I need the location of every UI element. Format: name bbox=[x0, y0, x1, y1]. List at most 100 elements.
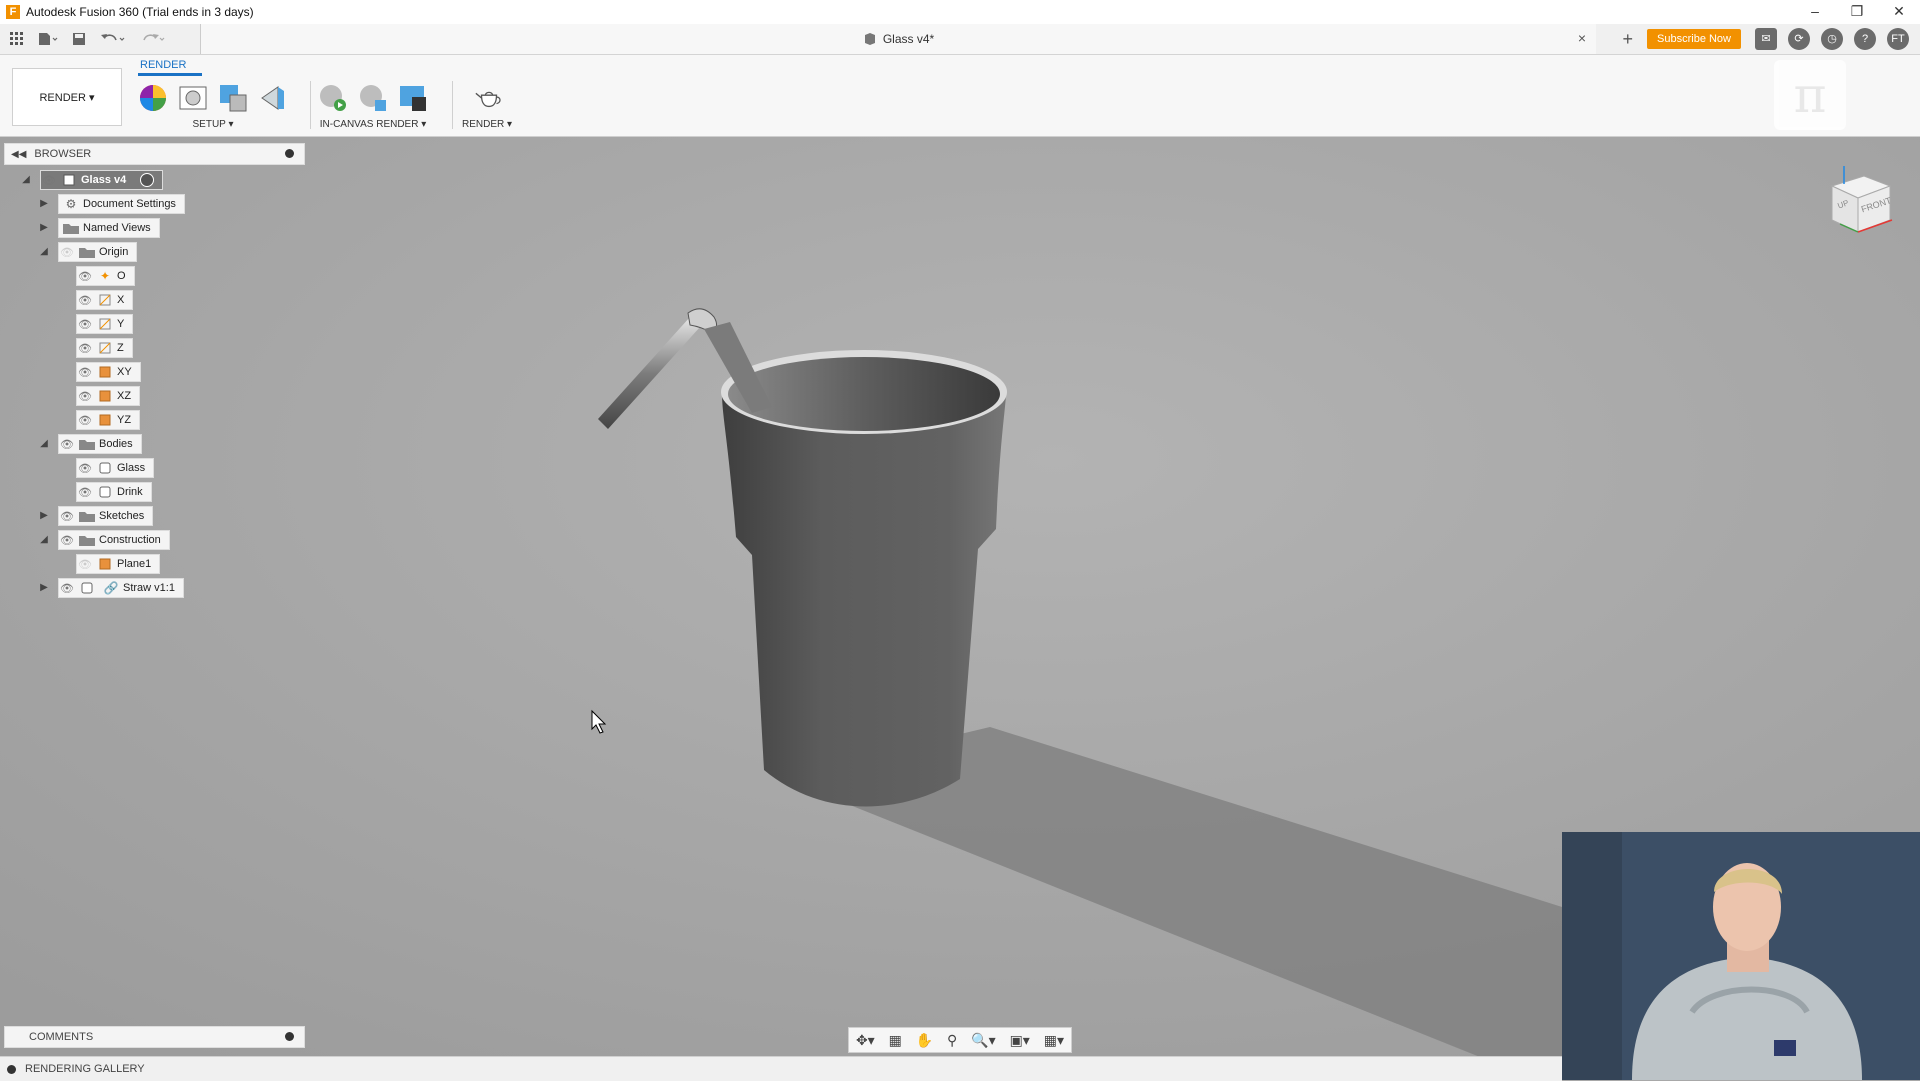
named-views-pill: Named Views bbox=[58, 218, 160, 238]
document-tab-title: Glass v4* bbox=[883, 32, 934, 46]
eye-icon[interactable]: 👁 bbox=[59, 507, 75, 525]
undo-icon[interactable] bbox=[96, 28, 130, 50]
in-canvas-render-icon[interactable] bbox=[318, 83, 348, 113]
comments-panel-header[interactable]: COMMENTS bbox=[4, 1026, 305, 1048]
in-canvas-render-group-label[interactable]: IN-CANVAS RENDER ▾ bbox=[318, 119, 428, 130]
save-icon[interactable] bbox=[68, 28, 90, 50]
tree-item-xz-plane[interactable]: 👁 XZ bbox=[76, 386, 140, 406]
eye-icon[interactable]: 👁 bbox=[41, 171, 57, 189]
tree-item-body-drink[interactable]: 👁 Drink bbox=[76, 482, 152, 502]
in-canvas-render-settings-icon[interactable] bbox=[358, 83, 388, 113]
tree-item-origin-point[interactable]: 👁 ✦ O bbox=[76, 266, 135, 286]
texture-map-icon[interactable] bbox=[218, 83, 248, 113]
document-settings-pill: ⚙ Document Settings bbox=[58, 194, 185, 214]
fit-window-icon[interactable]: 🔍▾ bbox=[971, 1032, 995, 1049]
tree-item-x-axis[interactable]: 👁 X bbox=[76, 290, 133, 310]
tree-item-xy-plane[interactable]: 👁 XY bbox=[76, 362, 141, 382]
collapse-triangle-icon[interactable]: ◢ bbox=[38, 534, 50, 546]
tree-item-y-axis[interactable]: 👁 Y bbox=[76, 314, 133, 334]
orbit-icon[interactable]: ✥▾ bbox=[856, 1032, 875, 1049]
view-cube[interactable]: UP FRONT bbox=[1820, 166, 1896, 242]
expand-triangle-icon[interactable]: ▶ bbox=[38, 582, 50, 594]
tree-item-z-axis[interactable]: 👁 Z bbox=[76, 338, 133, 358]
capture-image-icon[interactable] bbox=[398, 83, 428, 113]
decal-icon[interactable] bbox=[258, 83, 288, 113]
new-tab-icon[interactable]: + bbox=[1623, 29, 1634, 50]
pan-hand-icon[interactable]: ✋ bbox=[916, 1032, 933, 1049]
x-axis-pill: 👁 X bbox=[76, 290, 133, 310]
tree-item-yz-plane[interactable]: 👁 YZ bbox=[76, 410, 140, 430]
collapse-browser-icon[interactable]: ◀◀ bbox=[11, 149, 26, 160]
eye-icon[interactable]: 👁 bbox=[77, 483, 93, 501]
expand-triangle-icon[interactable]: ▶ bbox=[38, 198, 50, 210]
eye-icon[interactable]: 👁 bbox=[59, 579, 75, 597]
tree-item-document-settings[interactable]: ▶ ⚙ Document Settings bbox=[38, 194, 185, 214]
redo-icon[interactable] bbox=[136, 28, 170, 50]
sketches-pill: 👁 Sketches bbox=[58, 506, 153, 526]
help-icon[interactable]: ? bbox=[1854, 28, 1876, 50]
tree-item-label: XY bbox=[117, 366, 132, 378]
gallery-expand-icon[interactable] bbox=[7, 1065, 16, 1074]
notifications-icon[interactable]: ✉ bbox=[1755, 28, 1777, 50]
zoom-icon[interactable]: ⚲ bbox=[947, 1032, 957, 1049]
collapse-triangle-icon[interactable]: ◢ bbox=[38, 246, 50, 258]
grid-settings-icon[interactable]: ▦▾ bbox=[1044, 1032, 1064, 1049]
close-tab-icon[interactable]: × bbox=[1578, 30, 1586, 46]
workspace-switcher[interactable]: RENDER ▾ bbox=[12, 68, 122, 126]
eye-hidden-icon[interactable]: 👁 bbox=[59, 243, 75, 261]
file-icon[interactable] bbox=[34, 28, 62, 50]
tree-item-body-glass[interactable]: 👁 Glass bbox=[76, 458, 154, 478]
tree-item-sketches[interactable]: ▶ 👁 Sketches bbox=[38, 506, 153, 526]
scene-settings-icon[interactable] bbox=[178, 83, 208, 113]
eye-icon[interactable]: 👁 bbox=[77, 387, 93, 405]
job-status-icon[interactable]: ⟳ bbox=[1788, 28, 1810, 50]
tree-item-bodies[interactable]: ◢ 👁 Bodies bbox=[38, 434, 142, 454]
plane-icon bbox=[97, 413, 113, 427]
tree-item-straw-component[interactable]: ▶ 👁 🔗 Straw v1:1 bbox=[38, 578, 184, 598]
look-at-icon[interactable]: ▦ bbox=[889, 1032, 902, 1049]
eye-icon[interactable]: 👁 bbox=[77, 315, 93, 333]
eye-icon[interactable]: 👁 bbox=[77, 339, 93, 357]
setup-group-label[interactable]: SETUP ▾ bbox=[138, 119, 288, 130]
folder-icon bbox=[63, 221, 79, 235]
expand-triangle-icon[interactable]: ▶ bbox=[38, 222, 50, 234]
appearance-icon[interactable] bbox=[138, 83, 168, 113]
tab-render[interactable]: RENDER bbox=[140, 59, 186, 71]
browser-panel-header[interactable]: ◀◀ BROWSER bbox=[4, 143, 305, 165]
eye-icon[interactable]: 👁 bbox=[59, 435, 75, 453]
tree-item-label: Named Views bbox=[83, 222, 151, 234]
display-settings-icon[interactable]: ▣▾ bbox=[1010, 1032, 1030, 1049]
add-comment-icon[interactable] bbox=[285, 1032, 294, 1041]
eye-icon[interactable]: 👁 bbox=[77, 411, 93, 429]
eye-icon[interactable]: 👁 bbox=[59, 531, 75, 549]
eye-icon[interactable]: 👁 bbox=[77, 291, 93, 309]
browser-label: BROWSER bbox=[34, 148, 91, 160]
eye-icon[interactable]: 👁 bbox=[77, 267, 93, 285]
rendering-gallery-bar[interactable]: RENDERING GALLERY bbox=[0, 1056, 1562, 1081]
activate-radio-icon[interactable] bbox=[140, 173, 154, 187]
collapse-triangle-icon[interactable]: ◢ bbox=[20, 174, 32, 186]
user-avatar[interactable]: FT bbox=[1887, 28, 1909, 50]
origin-pill: 👁 Origin bbox=[58, 242, 137, 262]
document-tab[interactable]: Glass v4* × bbox=[200, 24, 1596, 54]
tree-item-origin[interactable]: ◢ 👁 Origin bbox=[38, 242, 137, 262]
eye-icon[interactable]: 👁 bbox=[77, 459, 93, 477]
restore-icon[interactable]: ❐ bbox=[1836, 0, 1878, 24]
teapot-render-icon[interactable] bbox=[474, 83, 504, 113]
tree-item-plane1[interactable]: 👁 Plane1 bbox=[76, 554, 160, 574]
tree-root[interactable]: ◢ 👁 Glass v4 bbox=[20, 170, 163, 190]
close-icon[interactable]: ✕ bbox=[1878, 0, 1920, 24]
subscribe-button[interactable]: Subscribe Now bbox=[1647, 29, 1741, 49]
collapse-triangle-icon[interactable]: ◢ bbox=[38, 438, 50, 450]
tree-item-construction[interactable]: ◢ 👁 Construction bbox=[38, 530, 170, 550]
grid-icon[interactable] bbox=[6, 28, 28, 50]
eye-hidden-icon[interactable]: 👁 bbox=[77, 555, 93, 573]
clock-icon[interactable]: ◷ bbox=[1821, 28, 1843, 50]
eye-icon[interactable]: 👁 bbox=[77, 363, 93, 381]
axis-icon bbox=[97, 317, 113, 331]
render-group-label[interactable]: RENDER ▾ bbox=[462, 119, 512, 130]
expand-triangle-icon[interactable]: ▶ bbox=[38, 510, 50, 522]
tree-item-named-views[interactable]: ▶ Named Views bbox=[38, 218, 160, 238]
minimize-icon[interactable]: – bbox=[1794, 0, 1836, 24]
browser-pin-icon[interactable] bbox=[285, 149, 294, 158]
